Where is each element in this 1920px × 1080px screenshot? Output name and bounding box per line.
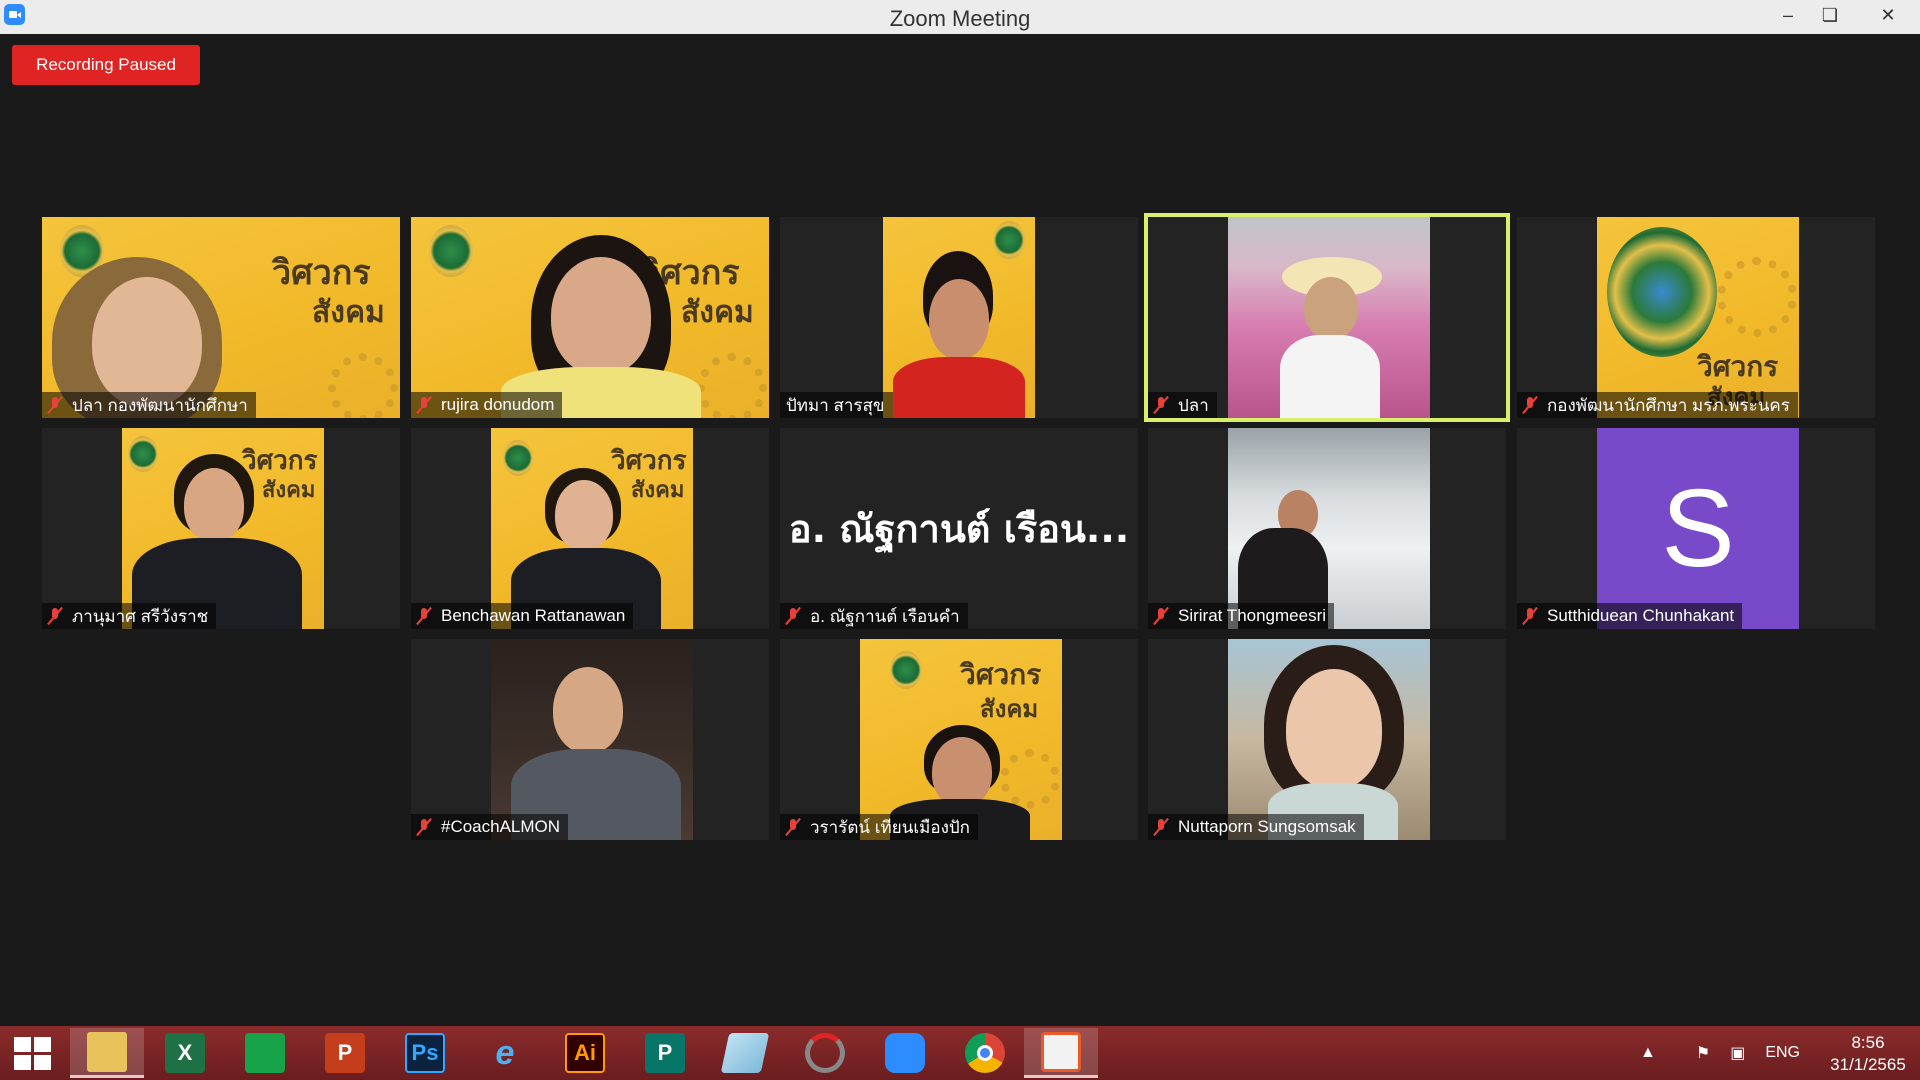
participant-name: อ. ณัฐกานต์ เรือนคำ: [780, 603, 968, 629]
muted-mic-icon: [417, 818, 431, 836]
windows-start-icon[interactable]: [14, 1037, 52, 1071]
windows-taskbar: X P Ps e Ai P ▲ ⚑ ▣ ENG 8:56 31/1/2565: [0, 1026, 1920, 1080]
participant-tile[interactable]: วิศวกร สังคม ภานุมาศ สรีวังราช: [42, 428, 400, 629]
university-seal-icon: [429, 225, 473, 277]
store-taskbar-icon[interactable]: [228, 1028, 302, 1078]
participant-tile[interactable]: ปัทมา สารสุข: [780, 217, 1138, 418]
participant-video: [491, 639, 693, 840]
gear-icon: [697, 353, 767, 418]
muted-mic-icon: [1154, 818, 1168, 836]
gear-icon: [328, 353, 398, 418]
photos-taskbar-icon[interactable]: [1024, 1028, 1098, 1078]
participant-tile[interactable]: วิศวกร สังคม ปลา กองพัฒนานักศึกษา: [42, 217, 400, 418]
zoom-taskbar-icon[interactable]: [868, 1028, 942, 1078]
participant-name: Sutthiduean Chunhakant: [1517, 603, 1743, 629]
participant-tile[interactable]: Nuttaporn Sungsomsak: [1148, 639, 1506, 840]
powerpoint-taskbar-icon[interactable]: P: [308, 1028, 382, 1078]
network-icon[interactable]: ▣: [1730, 1043, 1745, 1063]
muted-mic-icon: [48, 607, 62, 625]
university-seal-icon: [1607, 227, 1717, 357]
participant-tile[interactable]: #CoachALMON: [411, 639, 769, 840]
muted-mic-icon: [1154, 607, 1168, 625]
internet-explorer-taskbar-icon[interactable]: e: [468, 1028, 542, 1078]
participant-tile[interactable]: Sirirat Thongmeesri: [1148, 428, 1506, 629]
participant-video: วิศวกร สังคม: [1597, 217, 1799, 418]
participant-name: Benchawan Rattanawan: [411, 603, 634, 629]
muted-mic-icon: [1523, 396, 1537, 414]
input-language-indicator[interactable]: ENG: [1765, 1044, 1800, 1062]
participant-tile[interactable]: S Sutthiduean Chunhakant: [1517, 428, 1875, 629]
excel-taskbar-icon[interactable]: X: [148, 1028, 222, 1078]
participant-name: ปลา: [1148, 392, 1217, 418]
action-center-flag-icon[interactable]: ⚑: [1696, 1043, 1710, 1063]
show-hidden-icons-icon[interactable]: ▲: [1640, 1044, 1656, 1062]
clock-date: 31/1/2565: [1830, 1055, 1906, 1074]
publisher-taskbar-icon[interactable]: P: [628, 1028, 702, 1078]
recording-status-badge[interactable]: Recording Paused: [12, 45, 200, 85]
illustrator-taskbar-icon[interactable]: Ai: [548, 1028, 622, 1078]
participant-video: วิศวกร สังคม: [860, 639, 1062, 840]
muted-mic-icon: [1523, 607, 1537, 625]
participant-video: วิศวกร สังคม: [411, 217, 769, 418]
participant-name: rujira donudom: [411, 392, 563, 418]
participant-video: วิศวกร สังคม: [122, 428, 324, 629]
minimize-button[interactable]: –: [1764, 0, 1812, 30]
participant-name: กองพัฒนานักศึกษา มรภ.พระนคร: [1517, 392, 1798, 418]
title-bar: Zoom Meeting – ❏ ✕: [0, 0, 1920, 34]
system-tray: ▲ ⚑ ▣ ENG: [1640, 1026, 1800, 1080]
participant-tile[interactable]: วิศวกร สังคม กองพัฒนานักศึกษา มรภ.พระนคร: [1517, 217, 1875, 418]
restore-button[interactable]: ❏: [1806, 0, 1854, 30]
participant-name: #CoachALMON: [411, 814, 569, 840]
participant-video: [883, 217, 1035, 418]
muted-mic-icon: [417, 396, 431, 414]
notepad-taskbar-icon[interactable]: [708, 1028, 782, 1078]
muted-mic-icon: [786, 818, 800, 836]
photoshop-taskbar-icon[interactable]: Ps: [388, 1028, 462, 1078]
participant-name: Sirirat Thongmeesri: [1148, 603, 1335, 629]
participant-tile[interactable]: อ. ณัฐกานต์ เรือน... อ. ณัฐกานต์ เรือนคำ: [780, 428, 1138, 629]
university-seal-icon: [128, 436, 158, 472]
muted-mic-icon: [786, 607, 800, 625]
participant-name: ปัทมา สารสุข: [780, 392, 893, 418]
participant-video: วิศวกร สังคม: [491, 428, 693, 629]
photoscape-taskbar-icon[interactable]: [788, 1028, 862, 1078]
participant-name: วรารัตน์ เทียนเมืองปัก: [780, 814, 978, 840]
close-button[interactable]: ✕: [1856, 0, 1920, 30]
participant-avatar: S: [1597, 428, 1799, 629]
participant-tile[interactable]: วิศวกร สังคม rujira donudom: [411, 217, 769, 418]
participant-video: [1228, 217, 1430, 418]
participant-name: Nuttaporn Sungsomsak: [1148, 814, 1364, 840]
participant-video: [1228, 639, 1430, 840]
participant-display-name: อ. ณัฐกานต์ เรือน...: [788, 507, 1130, 551]
taskbar-clock[interactable]: 8:56 31/1/2565: [1820, 1032, 1916, 1076]
participant-video: วิศวกร สังคม: [42, 217, 400, 418]
muted-mic-icon: [417, 607, 431, 625]
gear-icon: [1000, 749, 1060, 809]
participant-tile[interactable]: วิศวกร สังคม Benchawan Rattanawan: [411, 428, 769, 629]
window-title: Zoom Meeting: [889, 6, 1031, 31]
university-seal-icon: [503, 440, 533, 476]
university-seal-icon: [993, 221, 1025, 259]
participant-tile-active-speaker[interactable]: ปลา: [1144, 213, 1510, 422]
file-explorer-taskbar-icon[interactable]: [70, 1028, 144, 1078]
gear-icon: [1717, 257, 1797, 337]
participant-tile[interactable]: วิศวกร สังคม วรารัตน์ เทียนเมืองปัก: [780, 639, 1138, 840]
participant-name: ปลา กองพัฒนานักศึกษา: [42, 392, 256, 418]
meeting-stage: Recording Paused วิศวกร สังคม ปลา กองพัฒ…: [0, 34, 1920, 1026]
chrome-taskbar-icon[interactable]: [948, 1028, 1022, 1078]
participant-video: [1228, 428, 1430, 629]
clock-time: 8:56: [1851, 1033, 1885, 1052]
participant-name: ภานุมาศ สรีวังราช: [42, 603, 217, 629]
university-seal-icon: [890, 651, 922, 689]
muted-mic-icon: [1154, 396, 1168, 414]
muted-mic-icon: [48, 396, 62, 414]
